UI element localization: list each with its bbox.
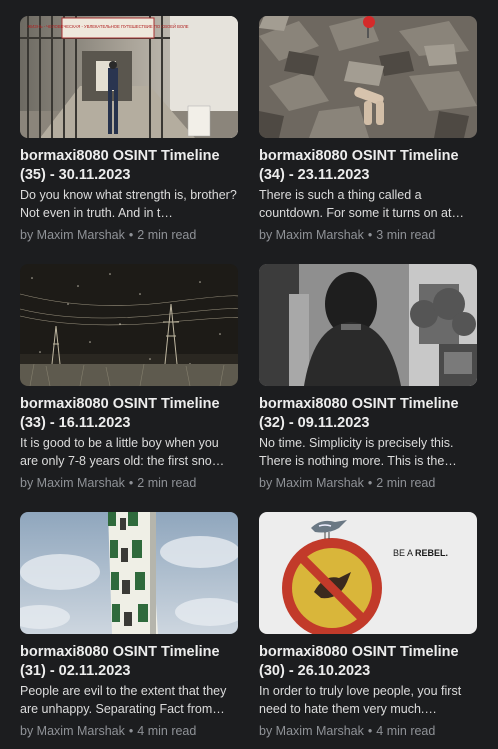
post-meta: by Maxim Marshak • 2 min read: [20, 227, 238, 243]
separator-dot: •: [367, 724, 373, 738]
rebel-text-prefix: BE A: [393, 548, 415, 558]
post-card[interactable]: bormaxi8080 OSINT Timeline (31) - 02.11.…: [20, 512, 238, 739]
post-grid: ЖИЗНЬ - ЧЕЛОВЕЧЕСКАЯ - УВЛЕКАТЕЛЬНОЕ ПУТ…: [0, 0, 498, 749]
tower-sky-image[interactable]: [20, 512, 238, 634]
rubble-doll-image[interactable]: [259, 16, 477, 138]
rebel-text-bold: REBEL.: [415, 548, 448, 558]
post-read-time: 3 min read: [376, 228, 436, 242]
post-meta: by Maxim Marshak • 4 min read: [20, 723, 238, 739]
post-author[interactable]: by Maxim Marshak: [259, 476, 364, 490]
post-author[interactable]: by Maxim Marshak: [20, 228, 125, 242]
post-title[interactable]: bormaxi8080 OSINT Timeline (32) - 09.11.…: [259, 395, 477, 432]
post-meta: by Maxim Marshak • 2 min read: [20, 475, 238, 491]
post-title[interactable]: bormaxi8080 OSINT Timeline (30) - 26.10.…: [259, 643, 477, 680]
post-card[interactable]: bormaxi8080 OSINT Timeline (33) - 16.11.…: [20, 264, 238, 491]
separator-dot: •: [367, 228, 373, 242]
be-a-rebel-sign-image[interactable]: BE A REBEL.: [259, 512, 477, 634]
woman-window-image[interactable]: [259, 264, 477, 386]
post-card[interactable]: bormaxi8080 OSINT Timeline (34) - 23.11.…: [259, 16, 477, 243]
separator-dot: •: [367, 476, 373, 490]
separator-dot: •: [128, 476, 134, 490]
post-excerpt: There is such a thing called a countdown…: [259, 188, 464, 220]
post-title[interactable]: bormaxi8080 OSINT Timeline (35) - 30.11.…: [20, 147, 238, 184]
post-title[interactable]: bormaxi8080 OSINT Timeline (31) - 02.11.…: [20, 643, 238, 680]
post-excerpt: It is good to be a little boy when you a…: [20, 436, 225, 468]
post-card[interactable]: bormaxi8080 OSINT Timeline (32) - 09.11.…: [259, 264, 477, 491]
post-card[interactable]: ЖИЗНЬ - ЧЕЛОВЕЧЕСКАЯ - УВЛЕКАТЕЛЬНОЕ ПУТ…: [20, 16, 238, 243]
post-author[interactable]: by Maxim Marshak: [259, 228, 364, 242]
post-excerpt: In order to truly love people, you first…: [259, 684, 462, 716]
post-read-time: 2 min read: [137, 476, 197, 490]
post-excerpt: No time. Simplicity is precisely this. T…: [259, 436, 457, 468]
svg-text:BE A REBEL.: BE A REBEL.: [393, 548, 448, 558]
post-read-time: 4 min read: [137, 724, 197, 738]
post-author[interactable]: by Maxim Marshak: [20, 724, 125, 738]
post-excerpt: People are evil to the extent that they …: [20, 684, 227, 716]
post-author[interactable]: by Maxim Marshak: [259, 724, 364, 738]
post-meta: by Maxim Marshak • 3 min read: [259, 227, 477, 243]
snowy-powerlines-image[interactable]: [20, 264, 238, 386]
post-title[interactable]: bormaxi8080 OSINT Timeline (33) - 16.11.…: [20, 395, 238, 432]
post-read-time: 4 min read: [376, 724, 436, 738]
separator-dot: •: [128, 228, 134, 242]
prison-sign-text: ЖИЗНЬ - ЧЕЛОВЕЧЕСКАЯ - УВЛЕКАТЕЛЬНОЕ ПУТ…: [27, 24, 188, 29]
post-author[interactable]: by Maxim Marshak: [20, 476, 125, 490]
post-read-time: 2 min read: [137, 228, 197, 242]
post-title[interactable]: bormaxi8080 OSINT Timeline (34) - 23.11.…: [259, 147, 477, 184]
separator-dot: •: [128, 724, 134, 738]
post-card[interactable]: BE A REBEL. bormaxi8080 OSINT Timeline (…: [259, 512, 477, 739]
post-meta: by Maxim Marshak • 2 min read: [259, 475, 477, 491]
post-read-time: 2 min read: [376, 476, 436, 490]
post-excerpt: Do you know what strength is, brother? N…: [20, 188, 237, 220]
post-meta: by Maxim Marshak • 4 min read: [259, 723, 477, 739]
prison-corridor-image[interactable]: ЖИЗНЬ - ЧЕЛОВЕЧЕСКАЯ - УВЛЕКАТЕЛЬНОЕ ПУТ…: [20, 16, 238, 138]
